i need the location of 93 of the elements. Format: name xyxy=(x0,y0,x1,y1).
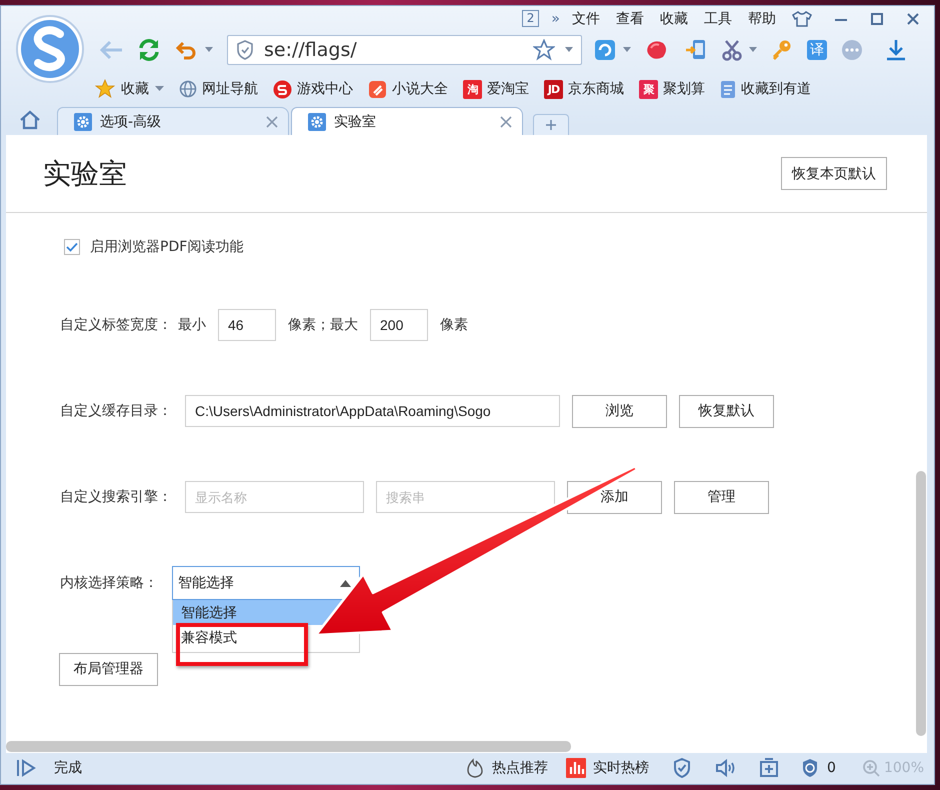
menu-item[interactable]: 文件 xyxy=(572,10,600,28)
setting-label: 像素；最大 xyxy=(288,316,358,334)
shield-icon xyxy=(236,40,254,60)
browser-tab[interactable]: 选项-高级 xyxy=(57,107,289,135)
setting-button[interactable]: 浏览 xyxy=(572,394,667,428)
dropdown-option[interactable]: 兼容模式 xyxy=(179,628,239,646)
shield-icon[interactable] xyxy=(673,758,692,778)
scissors-icon[interactable] xyxy=(721,39,743,61)
ad-block-icon[interactable] xyxy=(801,758,820,778)
gear-icon xyxy=(74,112,92,130)
game-icon xyxy=(273,80,292,98)
logo-icon: 聚 xyxy=(639,80,658,98)
window-count-badge[interactable]: 2 xyxy=(522,10,540,27)
setting-label: 像素 xyxy=(440,316,468,334)
sidebar-toggle-icon[interactable] xyxy=(15,758,37,778)
book-icon xyxy=(368,80,387,98)
app-logo-icon[interactable] xyxy=(15,14,85,84)
bookmark-link[interactable]: JD 京东商城 xyxy=(544,80,624,98)
globe-icon xyxy=(179,80,197,98)
logo-icon: 淘 xyxy=(463,80,482,98)
menu-item[interactable]: 查看 xyxy=(616,10,644,28)
star-icon xyxy=(95,79,115,99)
bookmark-link[interactable]: 小说大全 xyxy=(368,80,448,98)
overflow-button[interactable]: » xyxy=(551,10,560,26)
menu-item[interactable]: 工具 xyxy=(704,10,732,28)
reset-page-button[interactable]: 恢复本页默认 xyxy=(781,157,887,190)
home-icon[interactable] xyxy=(19,110,41,130)
scrollbar-thumb[interactable] xyxy=(916,471,926,736)
caret-up-icon xyxy=(340,580,351,586)
star-icon[interactable] xyxy=(533,39,555,61)
bookmark-link[interactable]: 收藏 xyxy=(95,79,164,99)
tab-title: 选项-高级 xyxy=(100,112,162,130)
tab-title: 实验室 xyxy=(334,112,377,130)
zoom-icon[interactable] xyxy=(862,759,880,777)
setting-button[interactable]: 管理 xyxy=(674,480,769,514)
close-icon[interactable] xyxy=(500,116,512,128)
bookmark-link[interactable]: 聚 聚划算 xyxy=(639,80,705,98)
dropdown-value: 智能选择 xyxy=(178,574,234,592)
speaker-icon[interactable] xyxy=(715,758,738,778)
status-link[interactable]: 实时热榜 xyxy=(566,758,650,778)
checkbox[interactable] xyxy=(64,239,80,255)
logo-icon: JD xyxy=(544,80,563,98)
scrollbar-thumb[interactable] xyxy=(6,741,571,752)
page-title: 实验室 xyxy=(43,156,127,192)
browser-tab[interactable]: 实验室 xyxy=(291,107,523,135)
bookmark-link[interactable]: 收藏到有道 xyxy=(720,80,811,98)
input-field[interactable]: 搜索串 xyxy=(376,481,555,513)
back-icon[interactable] xyxy=(98,39,124,61)
input-field[interactable]: C:\Users\Administrator\AppData\Roaming\Sogo xyxy=(185,395,560,427)
dropdown-option[interactable]: 智能选择 xyxy=(179,604,239,622)
setting-label: 自定义缓存目录： xyxy=(60,402,172,420)
close-icon[interactable] xyxy=(906,12,920,26)
bookmark-link[interactable]: 淘 爱淘宝 xyxy=(463,80,529,98)
address-bar[interactable]: se://flags/ xyxy=(227,35,582,65)
shirt-icon[interactable] xyxy=(792,10,812,26)
check-icon xyxy=(66,242,78,252)
caret-icon[interactable] xyxy=(623,47,631,53)
input-field[interactable]: 46 xyxy=(218,309,276,341)
caret-icon[interactable] xyxy=(155,86,164,92)
download-icon[interactable] xyxy=(885,39,907,61)
input-field[interactable]: 200 xyxy=(370,309,428,341)
caret-icon[interactable] xyxy=(565,47,573,53)
setting-button[interactable]: 恢复默认 xyxy=(679,394,774,428)
ad-count: 0 xyxy=(827,760,836,776)
new-tab-button[interactable] xyxy=(533,114,569,135)
status-text: 完成 xyxy=(54,759,82,777)
input-field[interactable]: 显示名称 xyxy=(185,481,364,513)
caret-icon[interactable] xyxy=(205,47,213,53)
setting-label: 自定义标签宽度： xyxy=(60,316,172,334)
setting-label: 最小 xyxy=(178,316,206,334)
tablet-icon[interactable] xyxy=(685,39,707,61)
bookmark-link[interactable]: 游戏中心 xyxy=(273,80,353,98)
more-icon[interactable] xyxy=(841,39,863,61)
flame-icon xyxy=(465,758,486,778)
sync-icon[interactable] xyxy=(594,39,616,61)
key-icon[interactable] xyxy=(771,39,793,61)
maximize-icon[interactable] xyxy=(870,12,884,26)
setting-label: 启用浏览器PDF阅读功能 xyxy=(90,238,244,256)
setting-label: 内核选择策略： xyxy=(60,574,158,592)
layout-manager-button[interactable]: 布局管理器 xyxy=(59,652,158,686)
setting-label: 自定义搜索引擎： xyxy=(60,488,172,506)
plus-icon xyxy=(546,120,556,130)
gear-icon xyxy=(308,112,326,130)
bookmark-link[interactable]: 网址导航 xyxy=(179,80,258,98)
add-window-icon[interactable] xyxy=(759,758,780,778)
menu-item[interactable]: 收藏 xyxy=(660,10,688,28)
status-link[interactable]: 热点推荐 xyxy=(465,758,548,778)
menu-item[interactable]: 帮助 xyxy=(748,10,776,28)
close-icon[interactable] xyxy=(266,116,278,128)
bar-chart-icon xyxy=(566,758,586,778)
document-icon xyxy=(720,80,736,98)
blob-icon[interactable] xyxy=(645,39,669,61)
caret-icon[interactable] xyxy=(749,47,757,53)
